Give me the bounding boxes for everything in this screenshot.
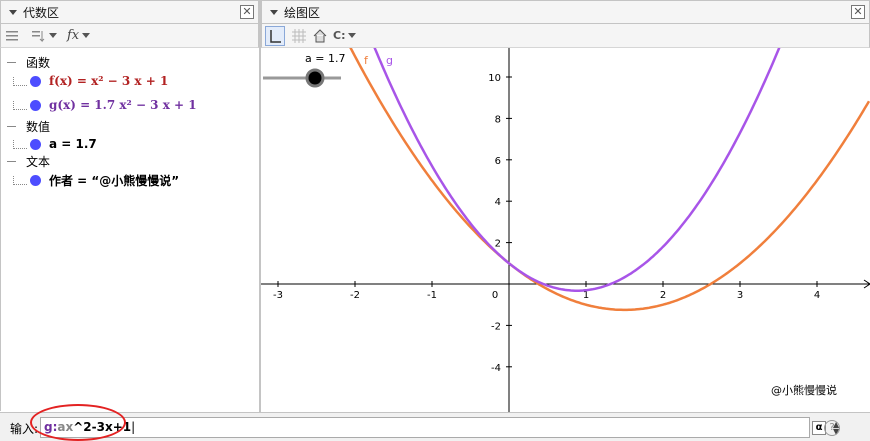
collapse-triangle-icon[interactable] — [9, 9, 17, 15]
y-tick-label: 2 — [495, 239, 501, 250]
point-capture-icon[interactable]: C: — [333, 26, 357, 46]
x-tick-label: -3 — [273, 290, 283, 301]
visibility-toggle[interactable] — [30, 75, 41, 87]
input-rest-part: ^2-3x+1 — [73, 420, 132, 434]
axes-toggle-icon[interactable] — [265, 25, 285, 46]
function-g-label: g(x) = 1.7 x² − 3 x + 1 — [49, 98, 197, 112]
slider-handle[interactable] — [305, 68, 325, 88]
category-text[interactable]: 文本 — [1, 152, 50, 170]
text-item[interactable]: 作者 = “@小熊慢慢说” — [1, 171, 179, 189]
input-field[interactable]: g:ax^2-3x+1| α ▲ ▼ — [40, 417, 839, 438]
x-tick-label: 2 — [660, 290, 666, 301]
input-name-part: g: — [44, 420, 58, 434]
curve-g[interactable] — [367, 48, 787, 292]
curve-f-label: f — [364, 54, 369, 67]
function-f-item[interactable]: f(x) = x² − 3 x + 1 — [1, 72, 168, 90]
visibility-toggle[interactable] — [30, 138, 41, 150]
algebra-toolbar: fx — [0, 24, 259, 48]
y-tick-label: 4 — [495, 197, 501, 208]
close-icon[interactable]: ✕ — [851, 5, 865, 19]
algebra-panel-header: 代数区 ✕ — [0, 0, 259, 24]
visibility-toggle[interactable] — [30, 174, 41, 186]
home-icon[interactable] — [313, 26, 327, 46]
function-g-item[interactable]: g(x) = 1.7 x² − 3 x + 1 — [1, 96, 197, 114]
sort-icon[interactable] — [30, 26, 57, 46]
graphics-panel-title: 绘图区 — [284, 5, 321, 20]
x-tick-label: 4 — [814, 290, 820, 301]
help-icon[interactable]: ? — [824, 420, 840, 436]
list-view-icon[interactable] — [4, 26, 20, 46]
input-bar: 输入: g:ax^2-3x+1| α ▲ ▼ ? — [0, 412, 870, 441]
graphics-panel-header: 绘图区 ✕ — [261, 0, 870, 24]
close-icon[interactable]: ✕ — [240, 5, 254, 19]
slider-label: a = 1.7 — [305, 52, 345, 65]
category-label: 函数 — [26, 55, 51, 70]
input-label: 输入: — [10, 422, 39, 436]
x-tick-label: 0 — [492, 290, 498, 301]
category-label: 数值 — [26, 119, 51, 134]
graphics-view[interactable]: -3 -2 -1 0 1 2 3 4108642-2-4 a = 1.7 f g @小熊慢慢说 — [261, 48, 870, 412]
grid-toggle-icon[interactable] — [291, 26, 307, 46]
value-a-label: a = 1.7 — [49, 137, 97, 151]
visibility-toggle[interactable] — [30, 99, 41, 111]
curve-f[interactable] — [341, 48, 870, 312]
y-tick-label: 10 — [488, 73, 501, 84]
y-tick-label: -2 — [491, 321, 501, 332]
text-label: 作者 = “@小熊慢慢说” — [49, 173, 180, 188]
category-values[interactable]: 数值 — [1, 117, 50, 135]
curve-g-label: g — [386, 54, 393, 67]
axes: -3 -2 -1 0 1 2 3 4108642-2-4 — [261, 48, 870, 412]
x-tick-label: -1 — [427, 290, 437, 301]
value-a-item[interactable]: a = 1.7 — [1, 135, 97, 153]
fx-icon[interactable]: fx — [67, 26, 91, 46]
category-functions[interactable]: 函数 — [1, 53, 50, 71]
category-label: 文本 — [26, 154, 51, 169]
y-tick-label: 8 — [495, 114, 501, 125]
watermark-text: @小熊慢慢说 — [771, 383, 837, 397]
algebra-list: 函数 f(x) = x² − 3 x + 1 g(x) = 1.7 x² − 3… — [0, 48, 259, 411]
geogebra-window: 代数区 ✕ fx 函数 f(x) = x² − 3 x + 1 g(x) = 1… — [0, 0, 870, 441]
y-tick-label: -4 — [491, 363, 501, 374]
input-a-part: ax — [57, 420, 74, 434]
function-f-label: f(x) = x² − 3 x + 1 — [49, 74, 169, 88]
y-tick-label: 6 — [495, 156, 501, 167]
x-tick-label: -2 — [350, 290, 360, 301]
graphics-toolbar: C: — [261, 24, 870, 48]
x-tick-label: 3 — [737, 290, 743, 301]
collapse-triangle-icon[interactable] — [270, 9, 278, 15]
algebra-panel-title: 代数区 — [23, 5, 60, 20]
